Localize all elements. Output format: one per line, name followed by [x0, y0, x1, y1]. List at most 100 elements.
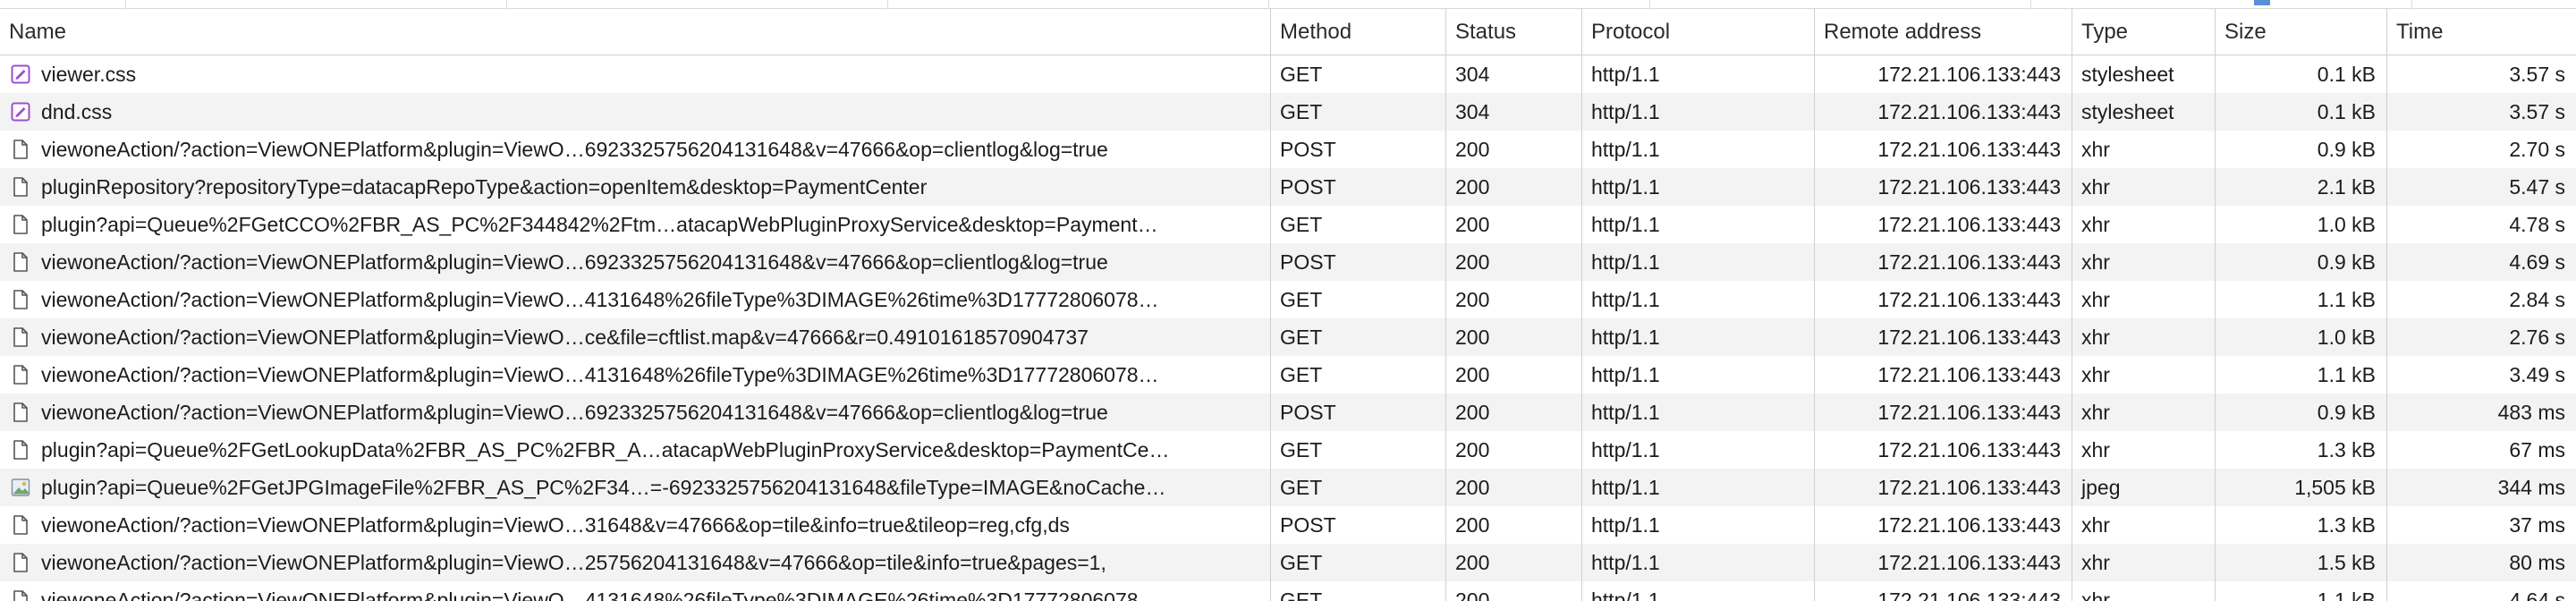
document-icon — [11, 251, 30, 273]
column-header-remote-address[interactable]: Remote address — [1814, 9, 2072, 55]
table-row[interactable]: viewoneAction/?action=ViewONEPlatform&pl… — [0, 544, 2576, 581]
column-header-size[interactable]: Size — [2215, 9, 2386, 55]
cell-name: plugin?api=Queue%2FGetJPGImageFile%2FBR_… — [41, 476, 1166, 499]
stylesheet-icon — [11, 63, 30, 85]
cell-remote-address: 172.21.106.133:443 — [1814, 506, 2072, 544]
cell-status: 304 — [1445, 55, 1581, 93]
document-icon — [11, 552, 30, 573]
cell-method: GET — [1270, 281, 1445, 318]
cell-name: plugin?api=Queue%2FGetLookupData%2FBR_AS… — [41, 438, 1170, 461]
cell-type: xhr — [2072, 431, 2215, 469]
timeline-tick — [506, 0, 507, 9]
cell-name: viewoneAction/?action=ViewONEPlatform&pl… — [41, 250, 1108, 274]
document-icon — [11, 289, 30, 310]
cell-type: stylesheet — [2072, 55, 2215, 93]
cell-name: viewoneAction/?action=ViewONEPlatform&pl… — [41, 326, 1089, 349]
table-row[interactable]: viewer.css GET 304 http/1.1 172.21.106.133:4… — [0, 55, 2576, 93]
cell-remote-address: 172.21.106.133:443 — [1814, 356, 2072, 394]
cell-protocol: http/1.1 — [1581, 206, 1814, 243]
cell-size: 1.1 kB — [2215, 581, 2386, 601]
cell-status: 200 — [1445, 131, 1581, 168]
table-row[interactable]: viewoneAction/?action=ViewONEPlatform&pl… — [0, 281, 2576, 318]
cell-status: 200 — [1445, 281, 1581, 318]
cell-status: 200 — [1445, 356, 1581, 394]
cell-method: GET — [1270, 356, 1445, 394]
table-row[interactable]: viewoneAction/?action=ViewONEPlatform&pl… — [0, 581, 2576, 601]
table-row[interactable]: dnd.css GET 304 http/1.1 172.21.106.133:443 s… — [0, 93, 2576, 131]
cell-status: 200 — [1445, 544, 1581, 581]
table-row[interactable]: plugin?api=Queue%2FGetJPGImageFile%2FBR_… — [0, 469, 2576, 506]
column-header-method[interactable]: Method — [1270, 9, 1445, 55]
column-header-status[interactable]: Status — [1445, 9, 1581, 55]
column-header-protocol[interactable]: Protocol — [1581, 9, 1814, 55]
cell-name: viewoneAction/?action=ViewONEPlatform&pl… — [41, 551, 1106, 574]
document-icon — [11, 589, 30, 601]
timeline-request-marker — [2254, 0, 2270, 5]
table-row[interactable]: viewoneAction/?action=ViewONEPlatform&pl… — [0, 318, 2576, 356]
cell-time: 344 ms — [2386, 469, 2576, 506]
timeline-tick — [2030, 0, 2031, 9]
table-row[interactable]: pluginRepository?repositoryType=datacapR… — [0, 168, 2576, 206]
table-row[interactable]: viewoneAction/?action=ViewONEPlatform&pl… — [0, 506, 2576, 544]
cell-status: 200 — [1445, 469, 1581, 506]
cell-remote-address: 172.21.106.133:443 — [1814, 243, 2072, 281]
cell-status: 200 — [1445, 168, 1581, 206]
waterfall-overview — [0, 0, 2576, 9]
cell-remote-address: 172.21.106.133:443 — [1814, 168, 2072, 206]
column-header-type[interactable]: Type — [2072, 9, 2215, 55]
cell-remote-address: 172.21.106.133:443 — [1814, 431, 2072, 469]
cell-remote-address: 172.21.106.133:443 — [1814, 55, 2072, 93]
document-icon — [11, 439, 30, 461]
cell-protocol: http/1.1 — [1581, 131, 1814, 168]
table-header: Name Method Status Protocol Remote addre… — [0, 9, 2576, 55]
cell-type: xhr — [2072, 356, 2215, 394]
table-row[interactable]: viewoneAction/?action=ViewONEPlatform&pl… — [0, 243, 2576, 281]
cell-size: 2.1 kB — [2215, 168, 2386, 206]
table-row[interactable]: viewoneAction/?action=ViewONEPlatform&pl… — [0, 356, 2576, 394]
cell-name: plugin?api=Queue%2FGetCCO%2FBR_AS_PC%2F3… — [41, 213, 1158, 236]
cell-protocol: http/1.1 — [1581, 318, 1814, 356]
cell-type: xhr — [2072, 281, 2215, 318]
cell-protocol: http/1.1 — [1581, 93, 1814, 131]
cell-time: 4.69 s — [2386, 243, 2576, 281]
table-row[interactable]: plugin?api=Queue%2FGetLookupData%2FBR_AS… — [0, 431, 2576, 469]
cell-protocol: http/1.1 — [1581, 243, 1814, 281]
cell-type: xhr — [2072, 168, 2215, 206]
column-header-time[interactable]: Time — [2386, 9, 2576, 55]
cell-method: POST — [1270, 131, 1445, 168]
cell-status: 200 — [1445, 581, 1581, 601]
column-header-name[interactable]: Name — [0, 9, 1270, 55]
cell-time: 483 ms — [2386, 394, 2576, 431]
cell-name: viewoneAction/?action=ViewONEPlatform&pl… — [41, 513, 1070, 537]
cell-size: 1.1 kB — [2215, 281, 2386, 318]
cell-method: GET — [1270, 581, 1445, 601]
cell-remote-address: 172.21.106.133:443 — [1814, 581, 2072, 601]
cell-type: xhr — [2072, 544, 2215, 581]
table-row[interactable]: plugin?api=Queue%2FGetCCO%2FBR_AS_PC%2F3… — [0, 206, 2576, 243]
timeline-tick — [887, 0, 888, 9]
cell-status: 200 — [1445, 206, 1581, 243]
table-row[interactable]: viewoneAction/?action=ViewONEPlatform&pl… — [0, 131, 2576, 168]
cell-size: 0.1 kB — [2215, 93, 2386, 131]
cell-name: pluginRepository?repositoryType=datacapR… — [41, 175, 928, 199]
cell-name: viewoneAction/?action=ViewONEPlatform&pl… — [41, 288, 1159, 311]
document-icon — [11, 364, 30, 385]
cell-status: 304 — [1445, 93, 1581, 131]
cell-time: 3.57 s — [2386, 93, 2576, 131]
document-icon — [11, 139, 30, 160]
cell-type: xhr — [2072, 581, 2215, 601]
cell-type: xhr — [2072, 243, 2215, 281]
cell-remote-address: 172.21.106.133:443 — [1814, 469, 2072, 506]
cell-type: xhr — [2072, 206, 2215, 243]
cell-status: 200 — [1445, 318, 1581, 356]
cell-method: POST — [1270, 394, 1445, 431]
timeline-tick — [1649, 0, 1650, 9]
cell-type: stylesheet — [2072, 93, 2215, 131]
cell-method: GET — [1270, 93, 1445, 131]
timeline-tick — [2411, 0, 2412, 9]
cell-protocol: http/1.1 — [1581, 581, 1814, 601]
cell-status: 200 — [1445, 431, 1581, 469]
table-row[interactable]: viewoneAction/?action=ViewONEPlatform&pl… — [0, 394, 2576, 431]
cell-remote-address: 172.21.106.133:443 — [1814, 394, 2072, 431]
cell-method: GET — [1270, 206, 1445, 243]
